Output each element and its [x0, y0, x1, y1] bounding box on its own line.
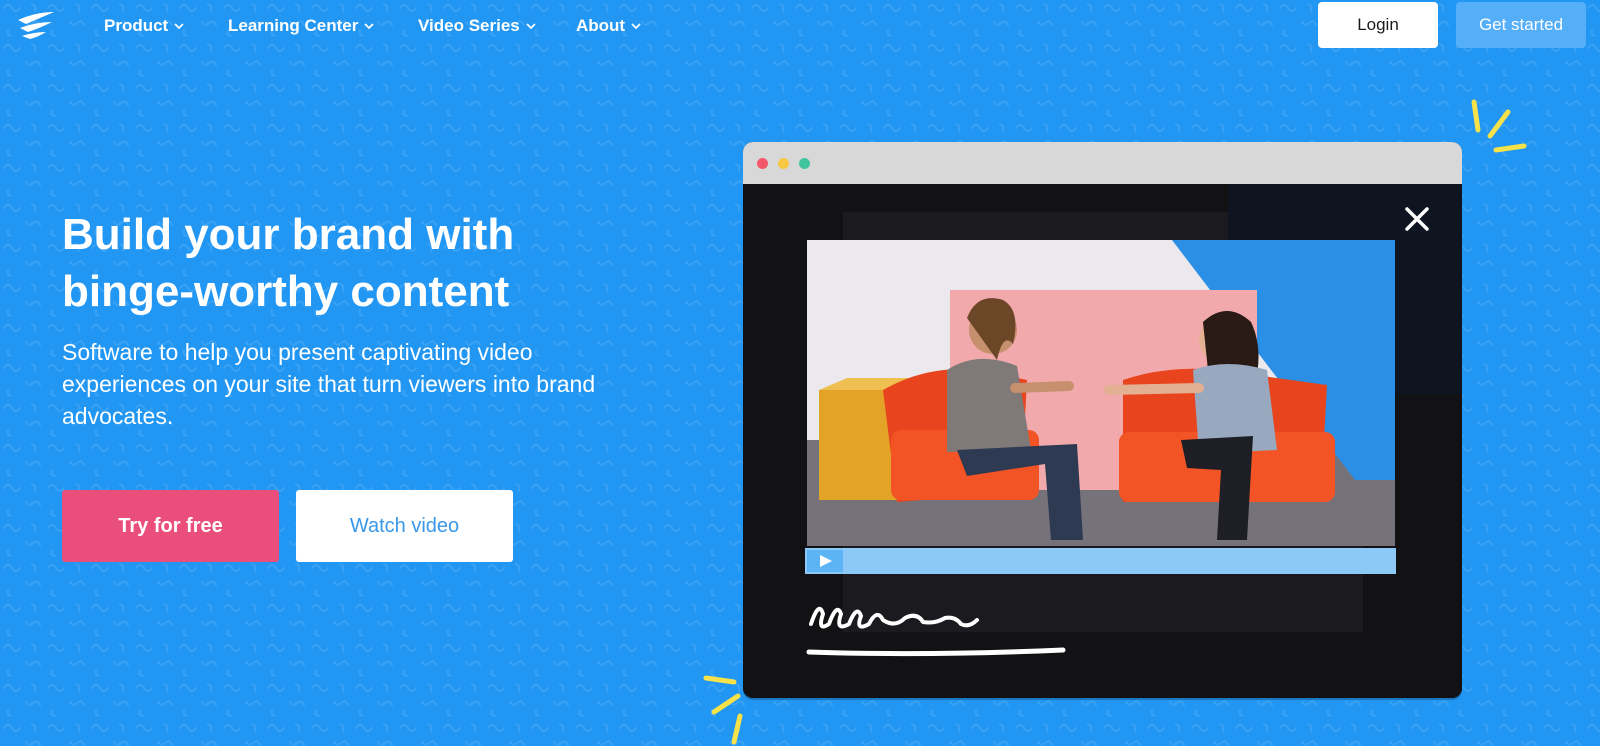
- nav-learning-center-label: Learning Center: [228, 16, 359, 35]
- minimize-dot: [778, 158, 789, 169]
- nav-video-series-label: Video Series: [418, 16, 520, 35]
- window-titlebar: [743, 142, 1462, 184]
- nav-product[interactable]: Product: [104, 15, 184, 37]
- spark-decoration: [1471, 99, 1527, 153]
- handwritten-scribble: [806, 606, 1066, 657]
- maximize-dot: [799, 158, 810, 169]
- brand-logo-icon[interactable]: [16, 10, 56, 40]
- hero-title: Build your brand with binge-worthy conte…: [62, 206, 622, 320]
- login-button[interactable]: Login: [1318, 2, 1438, 48]
- hero-title-line-1: Build your brand with: [62, 210, 515, 259]
- get-started-button[interactable]: Get started: [1456, 2, 1586, 48]
- video-frame[interactable]: [807, 240, 1395, 546]
- video-progress-bar[interactable]: [805, 548, 1396, 574]
- video-browser-window: [743, 142, 1462, 698]
- close-icon[interactable]: [1404, 206, 1430, 232]
- play-icon[interactable]: [807, 550, 843, 572]
- hero-title-line-2: binge-worthy content: [62, 267, 510, 316]
- spark-decoration: [703, 675, 743, 745]
- chevron-down-icon: [526, 23, 536, 30]
- try-for-free-button[interactable]: Try for free: [62, 490, 279, 562]
- nav-video-series[interactable]: Video Series: [418, 15, 536, 37]
- chevron-down-icon: [631, 23, 641, 30]
- top-navigation: Product Learning Center Video Series Abo…: [0, 0, 1600, 50]
- watch-video-button[interactable]: Watch video: [296, 490, 513, 562]
- chevron-down-icon: [364, 23, 374, 30]
- chevron-down-icon: [174, 23, 184, 30]
- nav-about-label: About: [576, 16, 626, 35]
- window-body: [743, 184, 1462, 698]
- close-dot: [757, 158, 768, 169]
- hero-subtitle: Software to help you present captivating…: [62, 339, 596, 429]
- nav-product-label: Product: [104, 16, 169, 35]
- nav-learning-center[interactable]: Learning Center: [228, 15, 374, 37]
- video-still: [807, 240, 1395, 546]
- nav-about[interactable]: About: [576, 15, 641, 37]
